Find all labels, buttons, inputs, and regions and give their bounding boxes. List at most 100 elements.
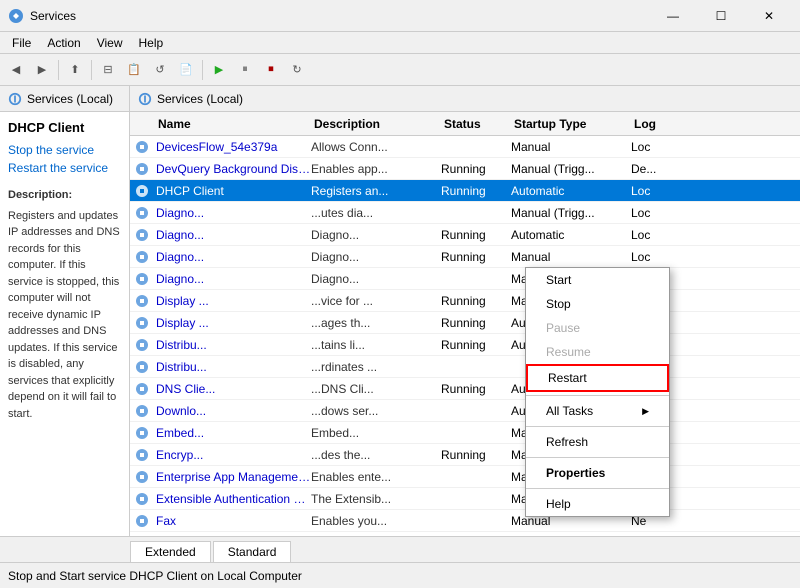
service-name: Extensible Authentication Pr... [156,492,311,506]
window-title: Services [30,9,650,23]
table-row[interactable]: Diagno... Diagno... Running Manual Loc [130,246,800,268]
service-name: Embed... [156,426,311,440]
service-icon [134,425,150,441]
table-row[interactable]: Encryp... ...des the... Running Manual (… [130,444,800,466]
service-desc: Registers an... [311,184,441,198]
service-desc: ...rdinates ... [311,360,441,374]
menu-help[interactable]: Help [131,34,172,52]
service-icon [134,139,150,155]
table-row[interactable]: Downlo... ...dows ser... Automatic (De..… [130,400,800,422]
show-hide-button[interactable]: ⊟ [96,58,120,82]
table-row[interactable]: Fax Enables you... Manual Ne [130,510,800,532]
table-row[interactable]: Diagno... Diagno... Running Automatic Lo… [130,224,800,246]
service-desc: ...dows ser... [311,404,441,418]
app-icon [8,8,24,24]
menu-view[interactable]: View [89,34,131,52]
up-button[interactable]: ⬆ [63,58,87,82]
context-menu-item[interactable]: All Tasks [526,399,669,423]
context-menu-item[interactable]: Start [526,268,669,292]
stop-button[interactable]: ⏹ [259,58,283,82]
table-row[interactable]: Embed... Embed... Manual (Trigg... Loc [130,422,800,444]
table-row[interactable]: DHCP Client Registers an... Running Auto… [130,180,800,202]
col-header-status[interactable]: Status [444,117,514,131]
service-icon [134,249,150,265]
service-icon [134,513,150,529]
col-header-startup[interactable]: Startup Type [514,117,634,131]
start-button[interactable]: ▶ [207,58,231,82]
restart-button[interactable]: ↻ [285,58,309,82]
service-name: Display ... [156,294,311,308]
context-menu-item[interactable]: Properties [526,461,669,485]
table-row[interactable]: File History Service Protects user... Ma… [130,532,800,536]
context-menu-item[interactable]: Help [526,492,669,516]
service-name: Diagno... [156,272,311,286]
service-icon [134,183,150,199]
service-name: Fax [156,514,311,528]
stop-link-container: Stop the service [8,143,121,157]
tab-extended[interactable]: Extended [130,541,211,562]
back-button[interactable]: ◀ [4,58,28,82]
table-row[interactable]: Distribu... ...tains li... Running Autom… [130,334,800,356]
table-row[interactable]: DNS Clie... ...DNS Cli... Running Automa… [130,378,800,400]
properties-button[interactable]: 📋 [122,58,146,82]
context-menu-item[interactable]: Stop [526,292,669,316]
context-menu-item[interactable]: Restart [526,364,669,392]
col-header-log[interactable]: Log [634,117,694,131]
col-header-desc[interactable]: Description [314,117,444,131]
service-status: Running [441,184,511,198]
table-row[interactable]: DevicesFlow_54e379a Allows Conn... Manua… [130,136,800,158]
window-controls: — ☐ ✕ [650,0,792,32]
restart-service-link[interactable]: Restart the service [8,161,108,175]
service-log: Loc [631,536,691,537]
service-icon [134,227,150,243]
table-header: Name Description Status Startup Type Log [130,112,800,136]
service-desc: Enables you... [311,514,441,528]
service-status: Running [441,228,511,242]
table-row[interactable]: Extensible Authentication Pr... The Exte… [130,488,800,510]
service-status: Running [441,448,511,462]
service-name: Distribu... [156,338,311,352]
stop-service-link[interactable]: Stop the service [8,143,94,157]
service-desc: Enables ente... [311,470,441,484]
description-label: Description: [8,187,121,204]
service-icon [134,271,150,287]
service-log: Loc [631,250,691,264]
table-row[interactable]: Display ... ...vice for ... Running Manu… [130,290,800,312]
close-button[interactable]: ✕ [746,0,792,32]
context-menu-separator [526,426,669,427]
menu-file[interactable]: File [4,34,39,52]
service-desc: ...des the... [311,448,441,462]
toolbar-sep-1 [58,60,59,80]
refresh-button[interactable]: ↺ [148,58,172,82]
minimize-button[interactable]: — [650,0,696,32]
forward-button[interactable]: ▶ [30,58,54,82]
service-startup: Automatic [511,184,631,198]
context-menu-item[interactable]: Refresh [526,430,669,454]
menu-action[interactable]: Action [39,34,88,52]
tab-standard[interactable]: Standard [213,541,292,562]
service-description-text: Registers and updates IP addresses and D… [8,208,121,423]
service-icon [134,491,150,507]
service-name: File History Service [156,536,311,537]
service-desc: Diagno... [311,250,441,264]
table-row[interactable]: Display ... ...ages th... Running Automa… [130,312,800,334]
col-header-name[interactable]: Name [134,117,314,131]
table-row[interactable]: DevQuery Background Disc... Enables app.… [130,158,800,180]
service-log: Loc [631,140,691,154]
context-menu-separator [526,488,669,489]
table-row[interactable]: Diagno... ...utes dia... Manual (Trigg..… [130,202,800,224]
title-bar: Services — ☐ ✕ [0,0,800,32]
service-name: Downlo... [156,404,311,418]
export-button[interactable]: 📄 [174,58,198,82]
service-log: Loc [631,206,691,220]
service-desc: Diagno... [311,272,441,286]
table-row[interactable]: Diagno... Diagno... Manual ... [130,268,800,290]
table-row[interactable]: Enterprise App Managemen... Enables ente… [130,466,800,488]
context-menu-item: Resume [526,340,669,364]
service-icon [134,315,150,331]
maximize-button[interactable]: ☐ [698,0,744,32]
restart-link-container: Restart the service [8,161,121,175]
table-row[interactable]: Distribu... ...rdinates ... Ne [130,356,800,378]
pause-button[interactable]: ⏸ [233,58,257,82]
service-desc: Diagno... [311,228,441,242]
